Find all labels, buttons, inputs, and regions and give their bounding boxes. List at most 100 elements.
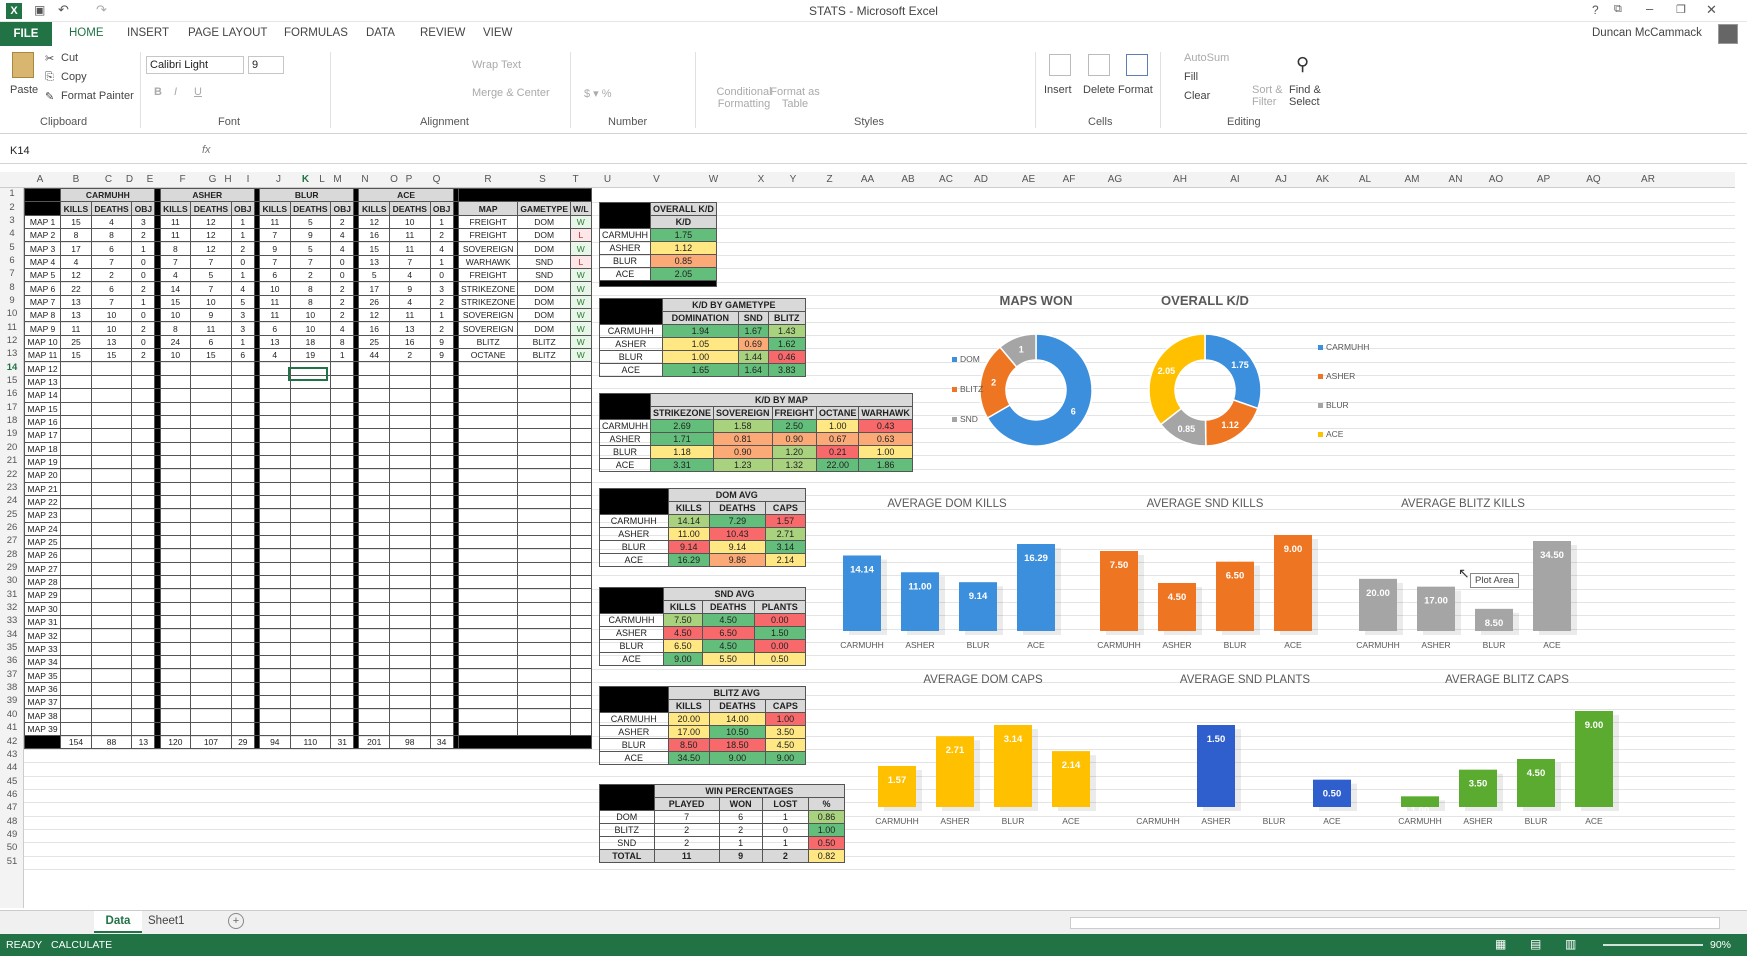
chart-title: MAPS WON [1000,293,1073,308]
pie-slice [1148,333,1206,426]
chart-title: AVERAGE SND KILLS [1147,498,1264,510]
category-label: BLUR [1483,640,1506,650]
data-label: 9.14 [969,591,988,602]
category-label: ACE [1027,640,1045,650]
category-label: ASHER [1463,816,1492,826]
category-label: ASHER [1162,640,1191,650]
bar [1417,586,1455,631]
page-break-view-icon[interactable]: ▥ [1565,937,1576,951]
legend-swatch [952,357,957,362]
category-label: ASHER [1421,640,1450,650]
data-label: 34.50 [1540,550,1564,561]
bar [1517,759,1555,807]
category-label: BLUR [967,640,990,650]
legend-entry: DOM [960,354,980,364]
sheet-tabs-bar: Data Sheet1 + [0,910,1747,934]
slice-label: 6 [1071,407,1076,417]
category-label: ASHER [940,816,969,826]
legend-swatch [1318,345,1323,350]
legend-swatch [1318,403,1323,408]
status-bar: READY CALCULATE ▦ ▤ ▥ 90% [0,934,1747,956]
data-label: 3.14 [1004,734,1023,745]
data-label: 9.00 [1284,544,1303,555]
chart-title: AVERAGE DOM KILLS [887,498,1007,510]
legend-entry: BLITZ [960,384,983,394]
slice-label: 1 [1019,345,1024,355]
category-label: ACE [1543,640,1561,650]
data-label: 2.71 [946,745,965,756]
chart-title: AVERAGE BLITZ KILLS [1401,498,1525,510]
add-sheet-icon[interactable]: + [228,913,244,929]
page-layout-view-icon[interactable]: ▤ [1530,937,1541,951]
data-label: 2.14 [1062,760,1081,771]
slice-label: 2 [991,378,996,388]
category-label: BLUR [1263,816,1286,826]
data-label: 20.00 [1366,588,1390,599]
category-label: ASHER [1201,816,1230,826]
category-label: ASHER [905,640,934,650]
data-label: 4.50 [1168,592,1187,603]
sheet-tab-sheet1-label: Sheet1 [148,915,185,927]
bar [1359,578,1397,631]
sheet-tab-sheet1[interactable]: Sheet1 [148,915,184,927]
category-label: BLUR [1224,640,1247,650]
normal-view-icon[interactable]: ▦ [1495,937,1506,951]
slice-label: 1.12 [1221,420,1239,430]
category-label: CARMUHH [1356,640,1399,650]
legend-entry: SND [960,414,978,424]
category-label: CARMUHH [840,640,883,650]
legend-entry: BLUR [1326,400,1349,410]
data-label: 1.00 [1411,805,1430,816]
legend-swatch [1318,374,1323,379]
mouse-cursor-icon: ↖ [1458,565,1470,581]
legend-entry: CARMUHH [1326,342,1369,352]
data-label: 1.50 [1207,734,1226,745]
bar [878,766,916,807]
data-label: 4.50 [1527,768,1546,779]
bar [1158,583,1196,631]
legend-swatch [952,387,957,392]
pie-slice [1204,333,1262,410]
category-label: BLUR [1002,816,1025,826]
status-calculate: CALCULATE [51,939,113,951]
bar [959,582,997,631]
data-label: 17.00 [1424,596,1448,607]
category-label: ACE [1062,816,1080,826]
sheet-tab-data[interactable]: Data [94,911,142,933]
data-label: 9.00 [1585,720,1604,731]
horizontal-scrollbar[interactable] [1070,917,1720,929]
category-label: CARMUHH [1136,816,1179,826]
category-label: ACE [1284,640,1302,650]
tooltip: Plot Area [1470,573,1519,588]
slice-label: 0.85 [1178,424,1196,434]
sheet-tab-data-label: Data [105,915,131,927]
data-label: 3.50 [1469,779,1488,790]
legend-swatch [1318,432,1323,437]
data-label: 7.50 [1110,560,1129,571]
category-label: ACE [1323,816,1341,826]
category-label: BLUR [1525,816,1548,826]
data-label: 8.50 [1485,618,1504,629]
zoom-level[interactable]: 90% [1710,939,1731,951]
data-label: 16.29 [1024,553,1048,564]
zoom-slider[interactable] [1603,944,1703,946]
category-label: CARMUHH [1097,640,1140,650]
status-ready: READY [6,939,43,951]
data-label: 11.00 [908,581,931,592]
data-label: 14.14 [850,564,874,575]
data-label: 6.50 [1226,571,1245,582]
slice-label: 1.75 [1231,360,1249,370]
chart-title: AVERAGE SND PLANTS [1180,674,1310,686]
legend-entry: ACE [1326,429,1344,439]
data-label: 0.50 [1323,789,1342,800]
category-label: CARMUHH [1398,816,1441,826]
charts-layer: MAPS WON 6 2 1 DOM BLITZ SND OVERALL K/D 1.75 1.1… [840,293,1619,826]
chart-title: AVERAGE BLITZ CAPS [1445,674,1569,686]
chart-title: AVERAGE DOM CAPS [923,674,1043,686]
chart-title: OVERALL K/D [1161,293,1249,308]
slice-label: 2.05 [1158,366,1176,376]
legend-entry: ASHER [1326,371,1355,381]
category-label: CARMUHH [875,816,918,826]
category-label: ACE [1585,816,1603,826]
tooltip-text: Plot Area [1475,575,1514,586]
